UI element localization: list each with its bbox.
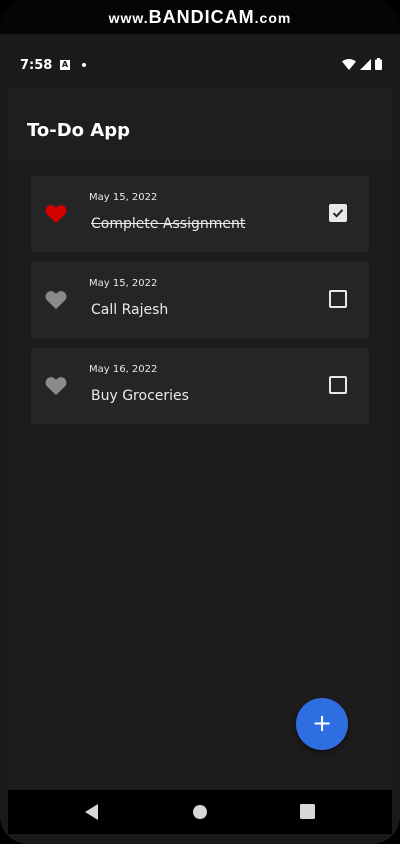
task-date: May 15, 2022 [89,278,158,289]
task-title: Complete Assignment [91,216,246,232]
status-icons [342,58,382,70]
watermark-suffix: .com [254,10,292,26]
status-bar: 7:58 A [8,44,392,88]
task-complete-checkbox[interactable] [329,204,347,222]
status-time: 7:58 [20,58,53,73]
task-title: Call Rajesh [91,302,169,318]
task-complete-checkbox[interactable] [329,290,347,308]
back-icon[interactable] [85,804,99,820]
task-card[interactable]: May 16, 2022 Buy Groceries [31,348,369,424]
battery-icon [375,58,382,70]
check-icon [332,209,344,218]
task-card[interactable]: May 15, 2022 Complete Assignment [31,176,369,252]
favorite-heart-icon[interactable] [45,204,67,224]
dot-icon [82,63,86,67]
task-title: Buy Groceries [91,388,189,404]
add-task-button[interactable]: + [296,698,348,750]
task-card[interactable]: May 15, 2022 Call Rajesh [31,262,369,338]
recents-icon[interactable] [300,804,315,819]
app-bar: To-Do App [8,88,392,164]
navigation-bar [8,790,392,834]
task-date: May 16, 2022 [89,364,158,375]
watermark-prefix: www. [108,10,149,26]
favorite-heart-icon[interactable] [45,290,67,310]
plus-icon: + [311,709,333,737]
notification-a-icon: A [60,60,70,70]
task-date: May 15, 2022 [89,192,158,203]
wifi-icon [342,58,356,70]
device-frame: www.BANDICAM.com 7:58 A To-Do App May 15… [0,0,400,844]
app-title: To-Do App [27,120,130,141]
favorite-heart-icon[interactable] [45,376,67,396]
watermark-brand: BANDICAM [148,7,255,27]
home-icon[interactable] [192,804,208,820]
bandicam-watermark: www.BANDICAM.com [0,0,400,34]
task-list: May 15, 2022 Complete Assignment May 15, 2… [8,164,392,790]
task-complete-checkbox[interactable] [329,376,347,394]
signal-icon [360,58,371,70]
